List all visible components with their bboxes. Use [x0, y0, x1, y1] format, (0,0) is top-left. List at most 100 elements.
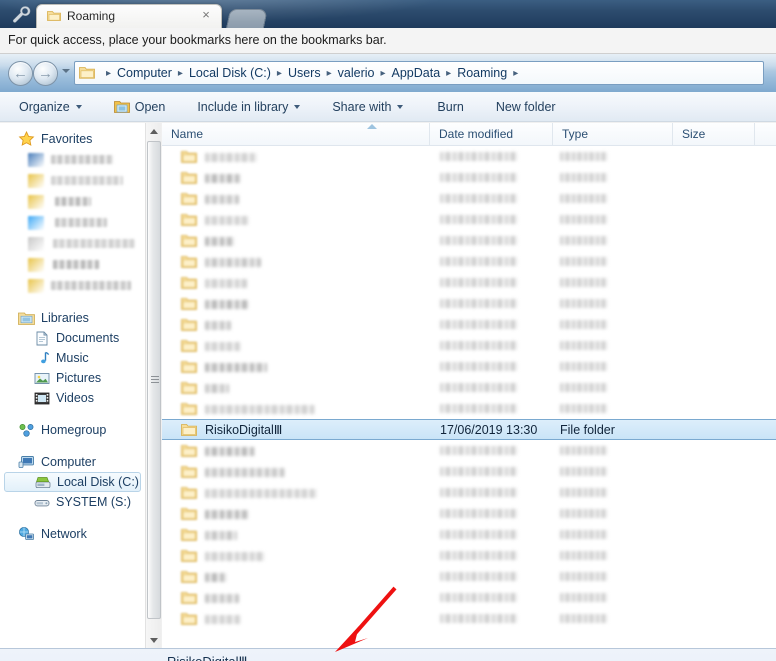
organize-label: Organize: [19, 99, 70, 114]
new-tab-button[interactable]: [225, 9, 269, 28]
navigation-pane-scrollbar[interactable]: [145, 123, 161, 648]
breadcrumb-item-valerio[interactable]: valerio: [337, 66, 376, 80]
redacted-date: [440, 173, 518, 182]
scroll-up-button[interactable]: [146, 123, 162, 139]
table-row[interactable]: [162, 314, 776, 335]
redacted-file-name: [205, 194, 239, 204]
table-row[interactable]: [162, 524, 776, 545]
back-button[interactable]: ←: [8, 61, 33, 86]
folder-icon: [181, 339, 197, 353]
wrench-icon[interactable]: [10, 4, 32, 24]
table-row[interactable]: [162, 251, 776, 272]
organize-button[interactable]: Organize: [10, 95, 91, 119]
sidebar-group-favorites[interactable]: Favorites: [0, 129, 145, 149]
column-header-size[interactable]: Size: [673, 123, 755, 145]
redacted-date: [440, 152, 518, 161]
table-row[interactable]: [162, 503, 776, 524]
new-folder-button[interactable]: New folder: [487, 95, 565, 119]
sidebar-item-favorite-7[interactable]: [0, 275, 145, 296]
sidebar-item-favorite-3[interactable]: [0, 191, 145, 212]
table-row[interactable]: [162, 335, 776, 356]
table-row[interactable]: [162, 608, 776, 629]
breadcrumb-item-users[interactable]: Users: [287, 66, 322, 80]
folder-icon: [28, 278, 44, 293]
file-list-pane: Name Date modified Type Size RisikoDigit…: [162, 123, 776, 648]
sidebar-item-favorite-6[interactable]: [0, 254, 145, 275]
forward-button[interactable]: →: [33, 61, 58, 86]
sidebar-item-favorite-2[interactable]: [0, 170, 145, 191]
breadcrumb-item-roaming[interactable]: Roaming: [456, 66, 508, 80]
folder-icon: [181, 549, 197, 563]
sidebar-group-libraries[interactable]: Libraries: [0, 308, 145, 328]
sidebar-item-documents[interactable]: Documents: [0, 328, 145, 348]
sidebar-group-computer[interactable]: Computer: [0, 452, 145, 472]
open-button[interactable]: Open: [105, 95, 175, 119]
table-row[interactable]: [162, 440, 776, 461]
bookmarks-bar: For quick access, place your bookmarks h…: [0, 28, 776, 54]
redacted-type: [560, 341, 608, 350]
redacted-date: [440, 530, 518, 539]
redacted-type: [560, 488, 608, 497]
folder-icon: [181, 276, 197, 290]
breadcrumb-item-appdata[interactable]: AppData: [391, 66, 442, 80]
table-row[interactable]: [162, 167, 776, 188]
sidebar-item-videos[interactable]: Videos: [0, 388, 145, 408]
column-header-type[interactable]: Type: [553, 123, 673, 145]
burn-button[interactable]: Burn: [428, 95, 472, 119]
table-row[interactable]: [162, 293, 776, 314]
redacted-date: [440, 551, 518, 560]
table-row[interactable]: [162, 230, 776, 251]
table-row[interactable]: [162, 461, 776, 482]
breadcrumb-item-local-disk[interactable]: Local Disk (C:): [188, 66, 272, 80]
redacted-date: [440, 362, 518, 371]
open-label: Open: [134, 99, 166, 114]
table-row[interactable]: [162, 209, 776, 230]
include-in-library-button[interactable]: Include in library: [188, 95, 309, 119]
folder-icon: [28, 173, 44, 188]
scrollbar-thumb[interactable]: [147, 141, 161, 619]
share-with-button[interactable]: Share with: [323, 95, 412, 119]
forward-arrow-icon: →: [38, 65, 53, 82]
sidebar-item-favorite-1[interactable]: [0, 149, 145, 170]
sidebar-item-music[interactable]: Music: [0, 348, 145, 368]
breadcrumb[interactable]: ▸ Computer ▸ Local Disk (C:) ▸ Users ▸ v…: [74, 61, 764, 85]
table-row[interactable]: [162, 146, 776, 167]
redacted-date: [440, 278, 518, 287]
sidebar-item-system-s[interactable]: SYSTEM (S:): [0, 492, 145, 512]
sort-ascending-icon: [367, 124, 377, 129]
column-header-size-label: Size: [682, 127, 706, 141]
browser-tab-roaming[interactable]: Roaming ×: [36, 4, 222, 28]
table-row[interactable]: [162, 398, 776, 419]
folder-icon: [181, 192, 197, 206]
table-row-selected[interactable]: RisikoDigitalⅢ 17/06/2019 13:30 File folde…: [162, 419, 776, 440]
sidebar-item-pictures[interactable]: Pictures: [0, 368, 145, 388]
folder-icon: [181, 171, 197, 185]
table-row[interactable]: [162, 566, 776, 587]
sidebar-item-local-disk-c[interactable]: Local Disk (C:): [4, 472, 141, 492]
scroll-down-button[interactable]: [146, 632, 162, 648]
table-row[interactable]: [162, 356, 776, 377]
table-row[interactable]: [162, 188, 776, 209]
table-row[interactable]: [162, 272, 776, 293]
column-header-date-modified[interactable]: Date modified: [430, 123, 553, 145]
breadcrumb-item-computer[interactable]: Computer: [116, 66, 173, 80]
folder-icon: [181, 591, 197, 605]
column-header-name[interactable]: Name: [162, 123, 430, 145]
table-row[interactable]: [162, 482, 776, 503]
file-name: RisikoDigitalⅢ: [205, 423, 283, 437]
sidebar-item-favorite-4[interactable]: [0, 212, 145, 233]
recent-pages-chevron-icon[interactable]: [62, 69, 70, 73]
redacted-file-name: [205, 362, 267, 372]
table-row[interactable]: [162, 545, 776, 566]
sidebar-group-network[interactable]: Network: [0, 524, 145, 544]
sidebar-group-homegroup[interactable]: Homegroup: [0, 420, 145, 440]
close-icon[interactable]: ×: [199, 8, 213, 22]
redacted-type: [560, 404, 608, 413]
folder-icon: [181, 612, 197, 626]
table-row[interactable]: [162, 587, 776, 608]
large-folder-icon: [28, 656, 108, 661]
folder-icon: [47, 10, 61, 22]
table-row[interactable]: [162, 377, 776, 398]
folder-icon: [181, 423, 197, 437]
sidebar-item-favorite-5[interactable]: [0, 233, 145, 254]
